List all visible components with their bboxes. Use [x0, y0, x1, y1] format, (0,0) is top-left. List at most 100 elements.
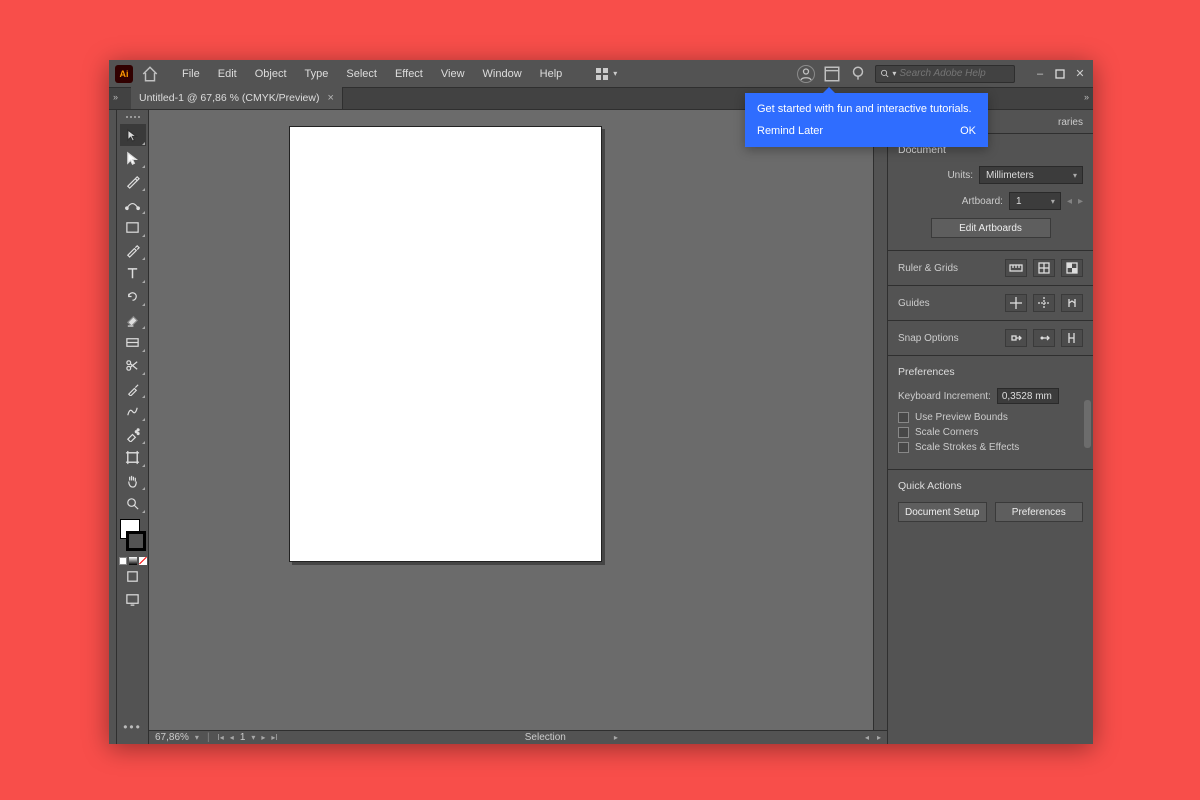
scale-corners-checkbox[interactable]: Scale Corners: [898, 427, 1083, 438]
status-bar: 67,86% ▾ | I◂ ◂ 1 ▾ ▸ ▸I Selection ▸ ◂ ▸: [149, 730, 887, 744]
chevron-right-icon[interactable]: »: [1084, 92, 1089, 102]
selection-tool[interactable]: [120, 124, 146, 146]
gradient-tool[interactable]: [120, 331, 146, 353]
menu-effect[interactable]: Effect: [386, 64, 432, 84]
menu-items: FileEditObjectTypeSelectEffectViewWindow…: [173, 64, 571, 84]
learn-tips-icon[interactable]: [849, 65, 867, 83]
type-tool[interactable]: [120, 262, 146, 284]
section-title: Quick Actions: [898, 480, 1083, 492]
transparency-grid-icon[interactable]: [1061, 259, 1083, 277]
snap-to-pixel-icon[interactable]: [1005, 329, 1027, 347]
canvas-viewport[interactable]: [149, 110, 873, 730]
menu-help[interactable]: Help: [531, 64, 572, 84]
artboard-navigator[interactable]: I◂ ◂ 1 ▾ ▸ ▸I: [218, 732, 278, 743]
hand-tool[interactable]: [120, 469, 146, 491]
pen-tool[interactable]: [120, 170, 146, 192]
help-search-input[interactable]: [899, 68, 1010, 79]
chevron-down-icon[interactable]: ▾: [251, 733, 255, 742]
rotate-tool[interactable]: [120, 285, 146, 307]
direct-selection-tool[interactable]: [120, 147, 146, 169]
chevron-down-icon[interactable]: ▾: [195, 733, 199, 742]
prev-page-icon[interactable]: ◂: [230, 733, 234, 742]
workspace-switcher[interactable]: ▾: [589, 65, 623, 83]
keyboard-increment-field[interactable]: 0,3528 mm: [997, 388, 1059, 404]
account-avatar-icon[interactable]: [797, 65, 815, 83]
artboard[interactable]: [289, 126, 602, 562]
scroll-left-icon[interactable]: ◂: [865, 733, 869, 742]
color-mode-none[interactable]: [139, 557, 147, 565]
toolbox-more-icon[interactable]: •••: [117, 714, 148, 744]
scale-strokes-checkbox[interactable]: Scale Strokes & Effects: [898, 442, 1083, 453]
next-page-icon[interactable]: ▸: [261, 733, 265, 742]
curvature-tool[interactable]: [120, 193, 146, 215]
menu-select[interactable]: Select: [337, 64, 386, 84]
window-restore-icon[interactable]: [1053, 67, 1067, 81]
tooltip-ok-button[interactable]: OK: [960, 125, 976, 137]
edit-artboards-button[interactable]: Edit Artboards: [931, 218, 1051, 238]
guides-lock-icon[interactable]: [1033, 294, 1055, 312]
snap-to-point-icon[interactable]: [1033, 329, 1055, 347]
chevron-right-icon[interactable]: ▸: [614, 733, 618, 742]
zoom-readout[interactable]: 67,86%: [155, 732, 189, 743]
document-setup-button[interactable]: Document Setup: [898, 502, 987, 522]
rectangle-tool[interactable]: [120, 216, 146, 238]
guides-show-icon[interactable]: [1005, 294, 1027, 312]
panel-grip-icon[interactable]: [126, 116, 140, 118]
tab-close-icon[interactable]: ×: [327, 92, 333, 104]
prev-artboard-icon[interactable]: ◂: [1067, 196, 1072, 207]
menu-view[interactable]: View: [432, 64, 474, 84]
scissors-tool[interactable]: [120, 354, 146, 376]
menu-type[interactable]: Type: [296, 64, 338, 84]
menu-object[interactable]: Object: [246, 64, 296, 84]
section-label: Snap Options: [898, 333, 959, 344]
units-label: Units:: [947, 170, 973, 181]
tooltip-message: Get started with fun and interactive tut…: [757, 103, 976, 115]
next-artboard-icon[interactable]: ▸: [1078, 196, 1083, 207]
preferences-button[interactable]: Preferences: [995, 502, 1084, 522]
panel-scrollbar-thumb[interactable]: [1084, 400, 1091, 448]
window-minimize-icon[interactable]: –: [1033, 67, 1047, 81]
artboard-tool[interactable]: [120, 446, 146, 468]
app-window: Ai FileEditObjectTypeSelectEffectViewWin…: [109, 60, 1093, 744]
help-search[interactable]: ▾: [875, 65, 1015, 83]
menu-file[interactable]: File: [173, 64, 209, 84]
artboard-label: Artboard:: [962, 196, 1003, 207]
toolbox: •••: [117, 110, 149, 744]
document-tab-title: Untitled-1 @ 67,86 % (CMYK/Preview): [139, 92, 319, 104]
left-gutter: [109, 110, 117, 744]
symbol-sprayer-tool[interactable]: [120, 423, 146, 445]
workspace-body: ••• 67,86% ▾ | I◂ ◂ 1 ▾: [109, 110, 1093, 744]
panel-tab-libraries[interactable]: raries: [1048, 112, 1093, 133]
use-preview-bounds-checkbox[interactable]: Use Preview Bounds: [898, 412, 1083, 423]
scroll-right-icon[interactable]: ▸: [877, 733, 881, 742]
stroke-swatch[interactable]: [126, 531, 146, 551]
section-label: Ruler & Grids: [898, 263, 958, 274]
screen-mode[interactable]: [120, 588, 146, 610]
document-tab[interactable]: Untitled-1 @ 67,86 % (CMYK/Preview) ×: [131, 87, 343, 109]
snap-to-grid-icon[interactable]: [1061, 329, 1083, 347]
zoom-tool[interactable]: [120, 492, 146, 514]
remind-later-button[interactable]: Remind Later: [757, 125, 823, 137]
vertical-scrollbar[interactable]: [873, 110, 887, 730]
fill-stroke-swatch[interactable]: [120, 519, 146, 551]
last-page-icon[interactable]: ▸I: [271, 733, 277, 742]
artboard-select[interactable]: 1: [1009, 192, 1061, 210]
color-mode-gradient[interactable]: [129, 557, 137, 565]
first-page-icon[interactable]: I◂: [218, 733, 224, 742]
blend-tool[interactable]: [120, 400, 146, 422]
draw-mode-normal[interactable]: [120, 565, 146, 587]
window-close-icon[interactable]: ✕: [1073, 67, 1087, 81]
units-select[interactable]: Millimeters: [979, 166, 1083, 184]
eyedropper-tool[interactable]: [120, 377, 146, 399]
eraser-tool[interactable]: [120, 308, 146, 330]
grid-toggle-icon[interactable]: [1033, 259, 1055, 277]
ruler-toggle-icon[interactable]: [1005, 259, 1027, 277]
paintbrush-tool[interactable]: [120, 239, 146, 261]
smart-guides-icon[interactable]: [1061, 294, 1083, 312]
chevron-right-icon[interactable]: »: [113, 92, 118, 102]
menu-edit[interactable]: Edit: [209, 64, 246, 84]
menu-window[interactable]: Window: [474, 64, 531, 84]
home-icon[interactable]: [141, 65, 159, 83]
arrange-documents-icon[interactable]: [823, 65, 841, 83]
color-mode-solid[interactable]: [119, 557, 127, 565]
